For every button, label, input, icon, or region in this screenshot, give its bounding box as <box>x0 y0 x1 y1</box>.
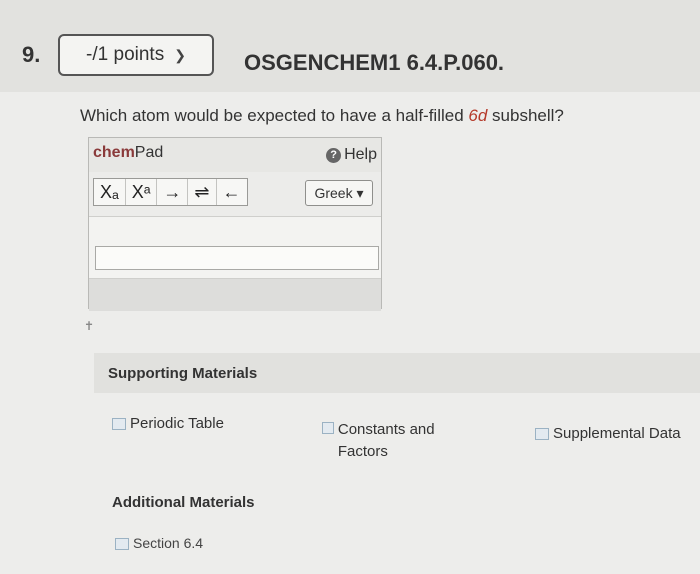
chempad-title: chemPad <box>93 144 164 161</box>
question-number: 9. <box>22 42 41 67</box>
greek-dropdown[interactable]: Greek ▾ <box>305 180 373 206</box>
question-id: OSGENCHEM1 6.4.P.060. <box>244 50 505 75</box>
help-button[interactable]: ? Help <box>326 146 377 164</box>
section-link[interactable]: Section 6.4 <box>115 535 203 551</box>
chempad-footer <box>89 278 381 311</box>
question-text: Which atom would be expected to have a h… <box>80 106 564 125</box>
chempad-panel: chemPad ? Help Xₐ Xᵃ → ⇌ ← Greek ▾ <box>88 137 382 311</box>
supporting-materials-heading: Supporting Materials <box>108 365 258 382</box>
additional-materials-heading: Additional Materials <box>112 494 255 511</box>
periodic-table-link[interactable]: Periodic Table <box>112 415 224 432</box>
chempad-toolbar: Xₐ Xᵃ → ⇌ ← Greek ▾ <box>89 172 381 217</box>
answer-input[interactable] <box>95 246 379 270</box>
help-circle-icon: ? <box>326 147 342 163</box>
chempad-header: chemPad ? Help <box>89 138 381 173</box>
subscript-button[interactable]: Xₐ <box>94 179 126 205</box>
subshell-highlight: 6d <box>468 106 488 125</box>
format-tools: Xₐ Xᵃ → ⇌ ← <box>93 178 248 206</box>
book-icon <box>115 538 129 550</box>
points-label: -/1 points <box>86 44 165 65</box>
arrow-right-button[interactable]: → <box>157 179 189 205</box>
book-icon <box>112 418 126 430</box>
superscript-button[interactable]: Xᵃ <box>126 179 158 205</box>
supplemental-data-link[interactable]: Supplemental Data <box>535 425 681 442</box>
constants-and-factors-link[interactable]: Constants and Factors <box>322 419 462 463</box>
supporting-materials-bar: Supporting Materials <box>94 353 700 393</box>
book-icon <box>322 422 334 434</box>
marker-icon: ✝ <box>84 319 95 333</box>
question-header: 9. -/1 points ❯ OSGENCHEM1 6.4.P.060. <box>0 0 700 93</box>
chevron-down-icon: ❯ <box>174 46 186 63</box>
arrow-left-button[interactable]: ← <box>217 179 247 205</box>
equilibrium-arrow-button[interactable]: ⇌ <box>188 179 217 205</box>
points-dropdown[interactable]: -/1 points ❯ <box>58 34 214 76</box>
book-icon <box>535 428 549 440</box>
help-label: Help <box>344 146 377 163</box>
